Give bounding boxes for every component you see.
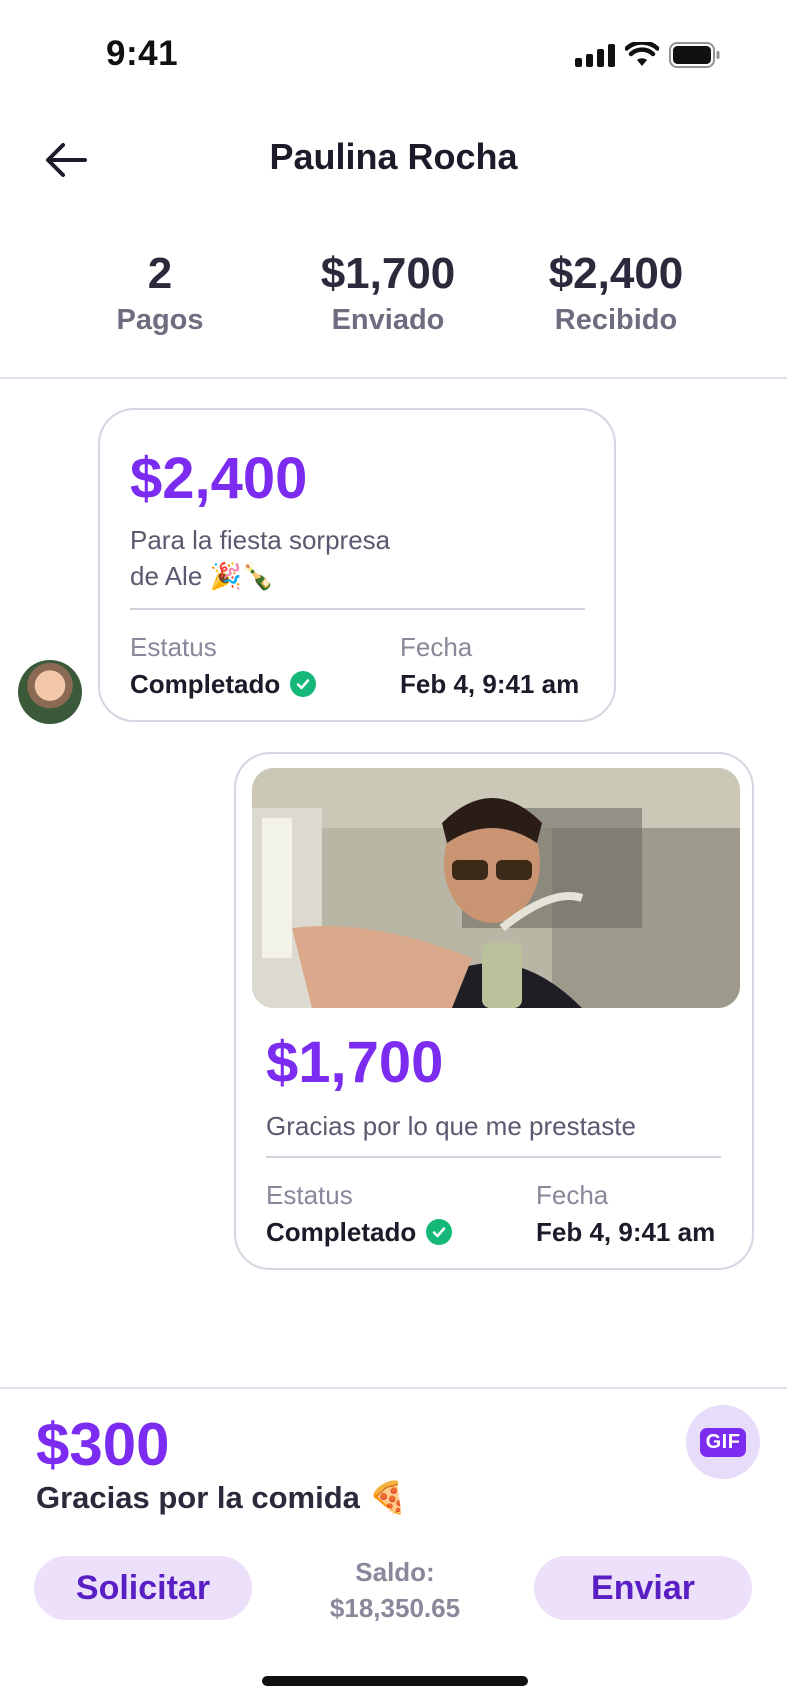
status-bar: 9:41 [0, 0, 787, 120]
divider [0, 1387, 787, 1389]
status-label: Estatus [266, 1180, 353, 1210]
date-value: Feb 4, 9:41 am [536, 1217, 716, 1247]
payment-note: Gracias por lo que me prestaste [266, 1111, 636, 1141]
date-block: Fecha Feb 4, 9:41 am [536, 1178, 715, 1252]
home-indicator[interactable] [262, 1676, 528, 1686]
date-block: Fecha Feb 4, 9:41 am [400, 630, 579, 704]
note-input[interactable]: Gracias por la comida 🍕 [36, 1478, 407, 1518]
wifi-icon [625, 42, 659, 66]
payment-note-line: de Ale 🎉🍾 [130, 561, 275, 591]
nav-header: Paulina Rocha [0, 118, 787, 198]
date-value: Feb 4, 9:41 am [400, 669, 580, 699]
stat-payments: 2 Pagos [50, 248, 270, 340]
balance-value: $18,350.65 [329, 1593, 461, 1623]
cellular-signal-icon [575, 43, 615, 67]
stat-value: $2,400 [548, 249, 684, 298]
request-button[interactable]: Solicitar [34, 1556, 252, 1620]
stat-label: Pagos [116, 304, 204, 336]
status-time: 9:41 [106, 34, 179, 73]
balance-label: Saldo: [355, 1557, 435, 1587]
status-text: Completado [130, 669, 281, 699]
status-text: Completado [266, 1217, 417, 1247]
status-label: Estatus [130, 632, 217, 662]
avatar[interactable] [18, 660, 82, 724]
payment-note-line: Para la fiesta sorpresa [130, 525, 391, 555]
gif-image [252, 768, 740, 1008]
payment-amount: $2,400 [130, 446, 308, 511]
card-divider [266, 1156, 721, 1158]
payment-card-sent[interactable]: $1,700 Gracias por lo que me prestaste E… [234, 752, 754, 1270]
card-divider [130, 608, 585, 610]
gif-icon: GIF [699, 1427, 747, 1457]
battery-icon [669, 42, 720, 68]
stat-sent: $1,700 Enviado [278, 248, 498, 340]
status-block: Estatus Completado [130, 630, 317, 704]
check-circle-icon [290, 671, 317, 697]
page-title: Paulina Rocha [269, 136, 518, 177]
gif-button[interactable]: GIF [686, 1405, 760, 1479]
check-circle-icon [426, 1219, 453, 1245]
stat-value: 2 [147, 249, 173, 298]
stats-summary: 2 Pagos $1,700 Enviado $2,400 Recibido [0, 248, 787, 348]
stat-received: $2,400 Recibido [506, 248, 726, 340]
payment-note: Para la fiesta sorpresa de Ale 🎉🍾 [130, 522, 390, 594]
stat-label: Recibido [554, 304, 678, 336]
date-label: Fecha [536, 1180, 609, 1210]
status-value: Completado [266, 1212, 453, 1252]
balance: Saldo: $18,350.65 [290, 1554, 500, 1626]
status-block: Estatus Completado [266, 1178, 453, 1252]
payment-amount: $1,700 [266, 1030, 444, 1095]
payment-card-received[interactable]: $2,400 Para la fiesta sorpresa de Ale 🎉🍾… [98, 408, 616, 722]
amount-input[interactable]: $300 [36, 1410, 169, 1480]
stat-value: $1,700 [320, 249, 456, 298]
status-value: Completado [130, 664, 317, 704]
status-icons [575, 42, 721, 68]
send-button[interactable]: Enviar [534, 1556, 752, 1620]
stat-label: Enviado [331, 304, 445, 336]
date-label: Fecha [400, 632, 473, 662]
divider [0, 377, 787, 379]
